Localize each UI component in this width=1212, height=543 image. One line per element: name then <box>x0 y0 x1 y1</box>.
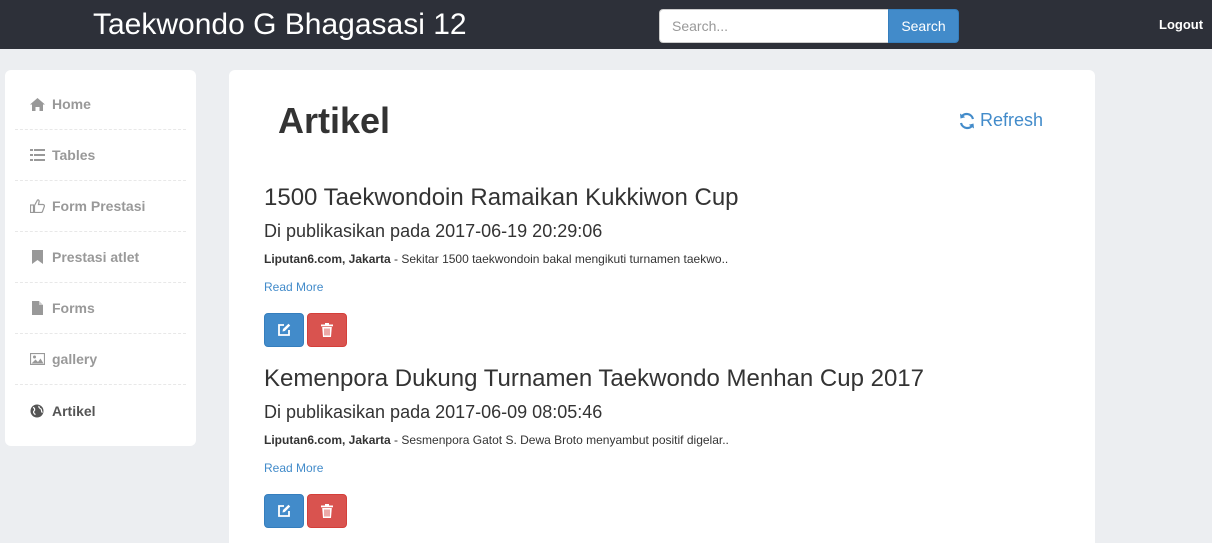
bookmark-icon <box>29 250 45 264</box>
sidebar-item-label: Artikel <box>52 402 96 419</box>
sidebar-item-label: Tables <box>52 147 96 163</box>
page-title: Artikel <box>278 100 391 141</box>
search-button[interactable]: Search <box>888 9 959 43</box>
article-date: Di publikasikan pada 2017-06-09 08:05:46 <box>264 402 603 422</box>
sidebar-item-label: Form Prestasi <box>52 198 146 214</box>
edit-button[interactable] <box>264 313 304 347</box>
article-title[interactable]: Kemenpora Dukung Turnamen Taekwondo Menh… <box>264 365 924 393</box>
article-excerpt: Liputan6.com, Jakarta - Sesmenpora Gatot… <box>264 433 729 447</box>
sidebar-item-prestasi-atlet[interactable]: Prestasi atlet <box>15 232 186 283</box>
search-input[interactable] <box>659 9 889 43</box>
sidebar-item-artikel[interactable]: Artikel <box>15 385 186 436</box>
article-excerpt: Liputan6.com, Jakarta - Sekitar 1500 tae… <box>264 252 728 266</box>
article-source: Liputan6.com, Jakarta <box>264 252 391 266</box>
edit-button[interactable] <box>264 494 304 528</box>
article-date: Di publikasikan pada 2017-06-19 20:29:06 <box>264 221 603 241</box>
sidebar-item-gallery[interactable]: gallery <box>15 334 186 385</box>
article-excerpt-text: - Sesmenpora Gatot S. Dewa Broto menyamb… <box>390 433 729 447</box>
refresh-link[interactable]: Refresh <box>958 110 1043 131</box>
read-more-link[interactable]: Read More <box>264 280 323 294</box>
sidebar-item-tables[interactable]: Tables <box>15 130 186 181</box>
brand-title[interactable]: Taekwondo G Bhagasasi 12 <box>93 8 467 42</box>
sidebar: Home Tables Form Prestasi Prestasi atlet… <box>5 70 196 446</box>
sidebar-item-forms[interactable]: Forms <box>15 283 186 334</box>
edit-icon <box>278 504 291 517</box>
thumbs-up-icon <box>29 199 45 213</box>
delete-button[interactable] <box>307 313 347 347</box>
sidebar-item-home[interactable]: Home <box>15 79 186 130</box>
home-icon <box>29 97 45 111</box>
trash-icon <box>321 504 333 518</box>
list-icon <box>29 148 45 162</box>
sidebar-item-label: gallery <box>52 351 98 367</box>
edit-icon <box>278 323 291 336</box>
sidebar-item-label: Forms <box>52 300 95 316</box>
refresh-icon <box>959 112 975 129</box>
sidebar-item-form-prestasi[interactable]: Form Prestasi <box>15 181 186 232</box>
article-title[interactable]: 1500 Taekwondoin Ramaikan Kukkiwon Cup <box>264 184 739 212</box>
delete-button[interactable] <box>307 494 347 528</box>
sidebar-item-label: Prestasi atlet <box>52 249 140 265</box>
picture-icon <box>29 352 45 366</box>
sidebar-item-label: Home <box>52 96 91 112</box>
trash-icon <box>321 323 333 337</box>
read-more-link[interactable]: Read More <box>264 461 323 475</box>
file-icon <box>29 301 45 315</box>
refresh-label: Refresh <box>980 110 1044 130</box>
main-panel: Artikel Refresh 1500 Taekwondoin Ramaika… <box>229 70 1095 543</box>
article-source: Liputan6.com, Jakarta <box>264 433 391 447</box>
top-navbar: Taekwondo G Bhagasasi 12 Search Logout <box>0 0 1212 49</box>
globe-icon <box>29 404 45 418</box>
logout-link[interactable]: Logout <box>1159 17 1203 32</box>
article-excerpt-text: - Sekitar 1500 taekwondoin bakal mengiku… <box>390 252 729 266</box>
